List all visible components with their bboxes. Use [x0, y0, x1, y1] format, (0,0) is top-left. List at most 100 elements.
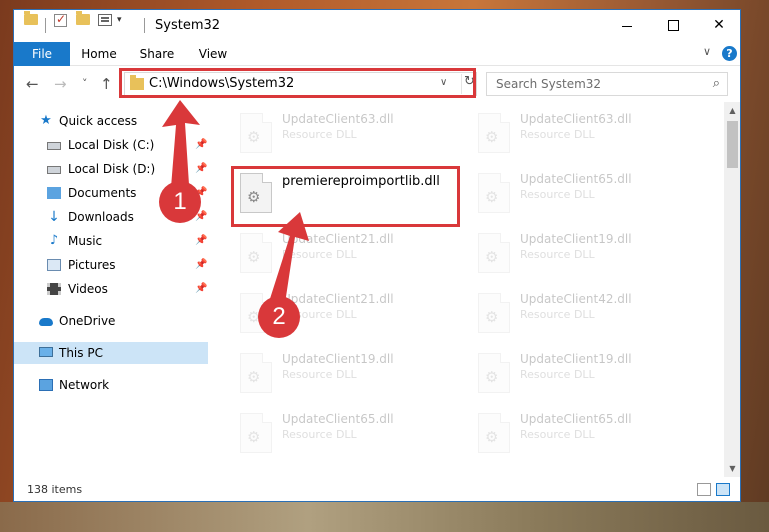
tab-share[interactable]: Share: [131, 42, 183, 66]
ribbon-tabs: File Home Share View ∨ ?: [14, 42, 740, 66]
sidebar-item-local-disk-c[interactable]: Local Disk (C:) 📌: [14, 134, 208, 156]
sidebar-item-local-disk-d[interactable]: Local Disk (D:) 📌: [14, 158, 208, 180]
address-bar-highlight: [119, 68, 476, 98]
tab-file[interactable]: File: [14, 42, 70, 66]
vertical-scrollbar[interactable]: ▲ ▼: [724, 102, 740, 477]
sidebar-item-music[interactable]: ♪ Music 📌: [14, 230, 208, 252]
file-item[interactable]: ⚙ UpdateClient19.dll Resource DLL: [466, 346, 691, 401]
tab-home[interactable]: Home: [74, 42, 124, 66]
file-item[interactable]: ⚙ UpdateClient65.dll Resource DLL: [228, 406, 453, 461]
dll-file-icon: ⚙: [478, 353, 510, 393]
title-bar: ▾ System32 ✕: [14, 10, 740, 42]
new-folder-icon[interactable]: [76, 11, 90, 25]
step-marker-1: 1: [159, 181, 201, 223]
pin-icon: 📌: [195, 139, 208, 150]
gear-icon: ⚙: [485, 308, 499, 326]
file-item[interactable]: ⚙ UpdateClient65.dll Resource DLL: [466, 166, 691, 221]
file-item[interactable]: ⚙ UpdateClient65.dll Resource DLL: [466, 406, 691, 461]
close-button[interactable]: ✕: [696, 10, 740, 41]
pin-icon: 📌: [195, 259, 208, 270]
scroll-down-arrow-icon[interactable]: ▼: [724, 460, 740, 477]
pin-icon: 📌: [195, 163, 208, 174]
dll-file-icon: ⚙: [478, 233, 510, 273]
search-icon[interactable]: ⌕: [713, 76, 720, 91]
file-item[interactable]: ⚙ UpdateClient21.dll Resource DLL: [228, 226, 453, 281]
file-item[interactable]: ⚙ UpdateClient19.dll Resource DLL: [228, 346, 453, 401]
file-type: Resource DLL: [520, 128, 595, 141]
sidebar-item-label: Local Disk (D:): [68, 162, 156, 176]
sidebar-item-videos[interactable]: Videos 📌: [14, 278, 208, 300]
step-marker-2: 2: [258, 296, 300, 338]
sidebar-item-label: Quick access: [59, 114, 138, 128]
help-icon[interactable]: ?: [722, 46, 737, 61]
up-button[interactable]: ↑: [100, 75, 113, 93]
file-item[interactable]: ⚙ UpdateClient19.dll Resource DLL: [466, 226, 691, 281]
sidebar-item-network[interactable]: Network: [14, 374, 208, 396]
dll-file-icon: ⚙: [240, 233, 272, 273]
file-highlight: [231, 166, 460, 227]
computer-icon: [39, 347, 53, 357]
customize-toolbar-dropdown[interactable]: ▾: [117, 15, 122, 25]
gear-icon: ⚙: [485, 248, 499, 266]
file-item[interactable]: ⚙ UpdateClient63.dll Resource DLL: [228, 106, 453, 161]
status-bar: 138 items: [14, 478, 740, 501]
recent-locations-button[interactable]: ˅: [82, 77, 88, 90]
file-type: Resource DLL: [282, 248, 357, 261]
gear-icon: ⚙: [247, 368, 261, 386]
sidebar-item-quick-access[interactable]: ★ Quick access: [14, 110, 208, 132]
file-list: ⚙ UpdateClient63.dll Resource DLL ⚙ prem…: [228, 102, 724, 477]
sidebar-item-label: Network: [59, 378, 110, 392]
details-view-icon[interactable]: [697, 483, 711, 496]
forward-button[interactable]: →: [54, 75, 67, 93]
gear-icon: ⚙: [247, 248, 261, 266]
expand-ribbon-chevron-icon[interactable]: ∨: [703, 45, 711, 58]
divider: [144, 18, 145, 33]
gear-icon: ⚙: [485, 368, 499, 386]
file-type: Resource DLL: [520, 428, 595, 441]
network-icon: [39, 379, 53, 391]
file-name: UpdateClient63.dll: [520, 112, 632, 126]
properties-check-icon[interactable]: [54, 12, 67, 27]
downloads-icon: ↓: [48, 209, 60, 225]
disk-icon: [47, 166, 61, 174]
file-type: Resource DLL: [520, 248, 595, 261]
file-name: UpdateClient21.dll: [282, 292, 394, 306]
file-type: Resource DLL: [282, 428, 357, 441]
scroll-up-arrow-icon[interactable]: ▲: [724, 102, 740, 119]
dll-file-icon: ⚙: [240, 353, 272, 393]
sidebar-item-onedrive[interactable]: OneDrive: [14, 310, 208, 332]
file-name: UpdateClient65.dll: [520, 412, 632, 426]
scroll-thumb[interactable]: [727, 121, 738, 168]
minimize-button[interactable]: [604, 10, 650, 41]
tab-view[interactable]: View: [190, 42, 236, 66]
file-item[interactable]: ⚙ UpdateClient42.dll Resource DLL: [466, 286, 691, 341]
star-icon: ★: [40, 113, 52, 128]
pin-icon: 📌: [195, 283, 208, 294]
cloud-icon: [39, 318, 53, 326]
file-name: UpdateClient19.dll: [520, 232, 632, 246]
sidebar-item-label: Downloads: [68, 210, 134, 224]
properties-icon[interactable]: [98, 14, 112, 26]
file-item[interactable]: ⚙ UpdateClient63.dll Resource DLL: [466, 106, 691, 161]
sidebar-item-pictures[interactable]: Pictures 📌: [14, 254, 208, 276]
dll-file-icon: ⚙: [478, 293, 510, 333]
file-name: UpdateClient63.dll: [282, 112, 394, 126]
dll-file-icon: ⚙: [478, 113, 510, 153]
dll-file-icon: ⚙: [240, 113, 272, 153]
folder-icon: [24, 11, 38, 25]
sidebar-item-label: Videos: [68, 282, 108, 296]
gear-icon: ⚙: [485, 428, 499, 446]
file-name: UpdateClient19.dll: [282, 352, 394, 366]
maximize-button[interactable]: [650, 10, 696, 41]
sidebar-item-label: Local Disk (C:): [68, 138, 155, 152]
search-input[interactable]: Search System32 ⌕: [486, 72, 728, 96]
gear-icon: ⚙: [247, 428, 261, 446]
file-type: Resource DLL: [520, 368, 595, 381]
tiles-view-icon[interactable]: [716, 483, 730, 496]
sidebar-item-this-pc[interactable]: This PC: [14, 342, 208, 364]
sidebar-item-label: Music: [68, 234, 103, 248]
back-button[interactable]: ←: [26, 75, 39, 93]
file-type: Resource DLL: [520, 188, 595, 201]
sidebar-item-label: Documents: [68, 186, 137, 200]
gear-icon: ⚙: [485, 188, 499, 206]
